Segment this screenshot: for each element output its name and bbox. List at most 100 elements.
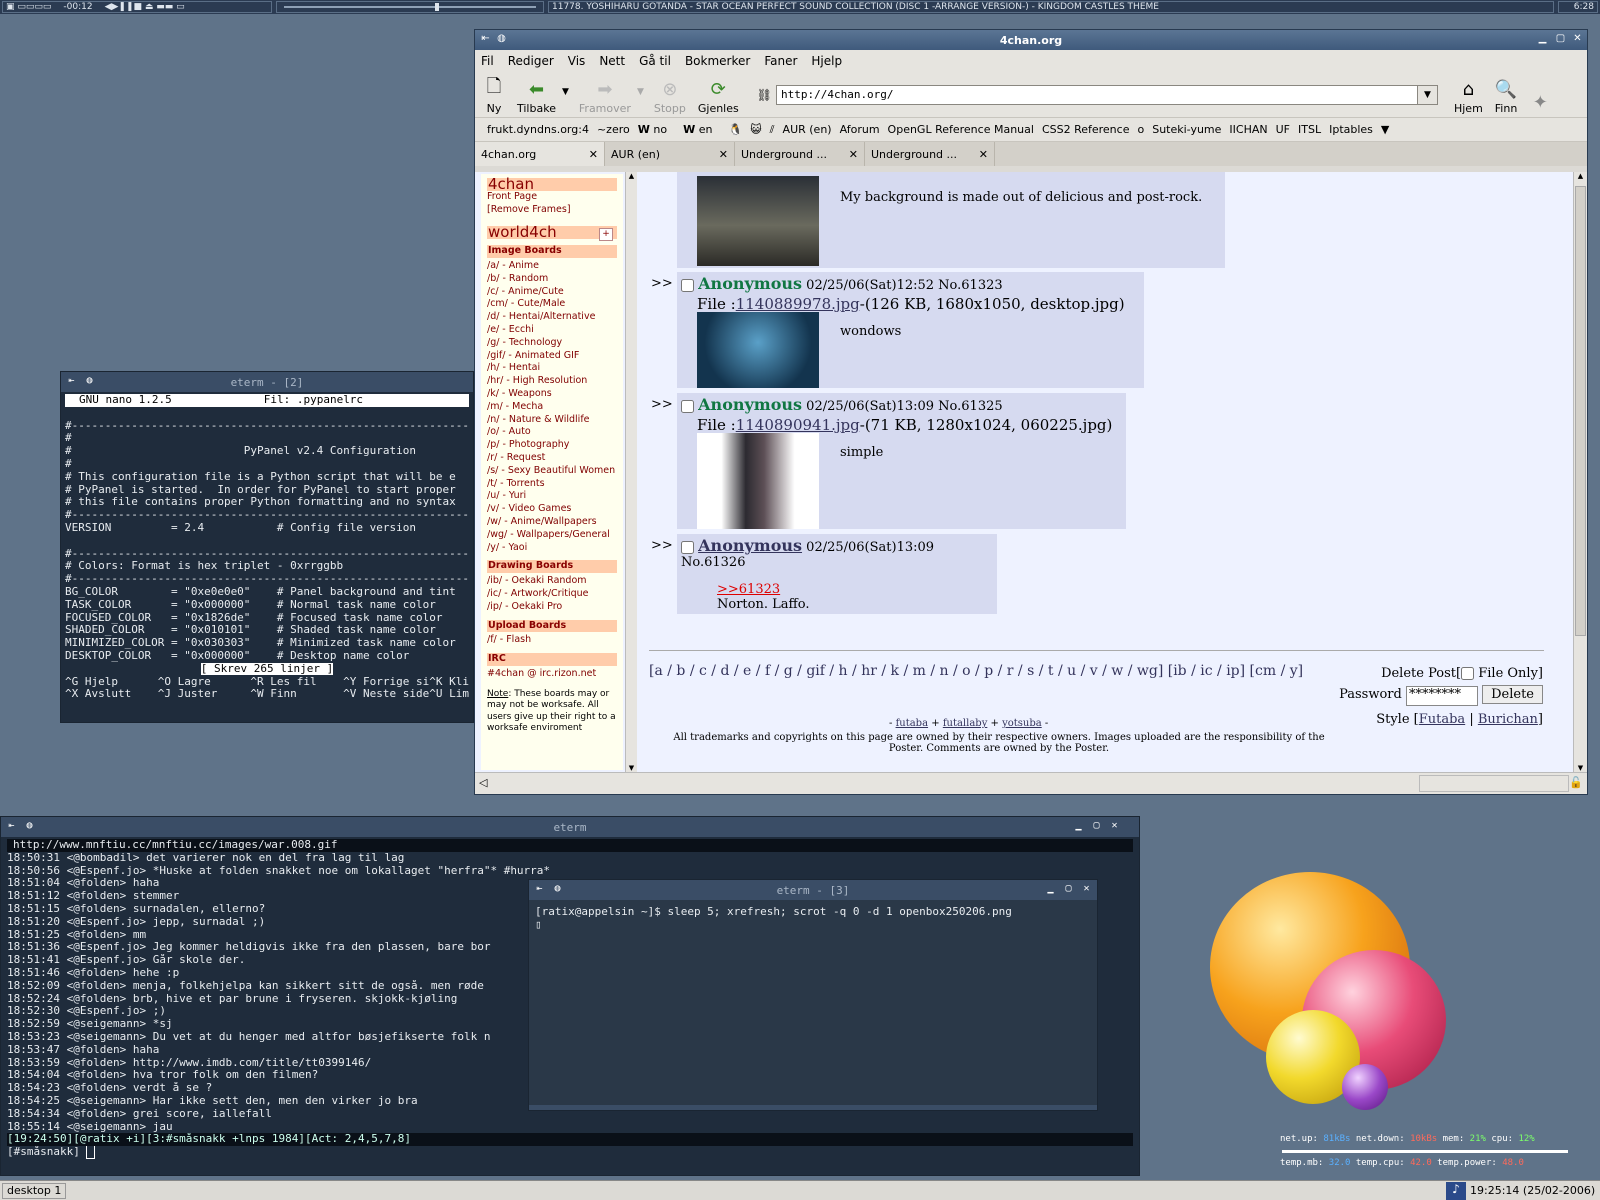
eterm-irc-titlebar[interactable]: ⇤ ◍ eterm ▁ ▢ ✕ bbox=[1, 817, 1139, 837]
drawing-board-link[interactable]: /ib/ - Oekaki Random bbox=[487, 575, 617, 588]
scroll-down-arrow-icon[interactable]: ▼ bbox=[1574, 764, 1587, 772]
menu-fil[interactable]: Fil bbox=[481, 54, 494, 68]
bookmark-uf[interactable]: UF bbox=[1276, 123, 1290, 136]
image-board-link[interactable]: /a/ - Anime bbox=[487, 260, 617, 273]
style-futaba-link[interactable]: Futaba bbox=[1419, 712, 1465, 727]
menu-rediger[interactable]: Rediger bbox=[508, 54, 554, 68]
image-board-link[interactable]: /n/ - Nature & Wildlife bbox=[487, 414, 617, 427]
bookmark-frukt[interactable]: frukt.dyndns.org:4 bbox=[487, 123, 589, 136]
post-date[interactable]: 02/25/06(Sat)12:52 No.61323 bbox=[806, 278, 1002, 293]
image-board-link[interactable]: /m/ - Mecha bbox=[487, 401, 617, 414]
eterm3-titlebar[interactable]: ⇤ ◍ eterm - [3] ▁ ▢ ✕ bbox=[529, 880, 1097, 900]
bookmark-aforum[interactable]: Aforum bbox=[840, 123, 880, 136]
delete-button[interactable]: Delete bbox=[1482, 685, 1543, 704]
poster-name[interactable]: Anonymous bbox=[698, 536, 802, 555]
player-seekbar[interactable] bbox=[276, 1, 544, 13]
menu-ga-til[interactable]: Gå til bbox=[639, 54, 671, 68]
image-board-link[interactable]: /v/ - Video Games bbox=[487, 503, 617, 516]
tab-underground-1[interactable]: Underground ... ✕ bbox=[735, 142, 865, 166]
find-button[interactable]: 🔍 Finn bbox=[1495, 78, 1518, 117]
bookmarks-overflow-chevron-icon[interactable]: ▼ bbox=[1381, 123, 1389, 136]
image-board-link[interactable]: /s/ - Sexy Beautiful Women bbox=[487, 465, 617, 478]
image-board-link[interactable]: /c/ - Anime/Cute bbox=[487, 286, 617, 299]
forward-history-chevron[interactable]: ▼ bbox=[637, 87, 644, 97]
irc-link[interactable]: #4chan @ irc.rizon.net bbox=[487, 668, 617, 681]
image-board-link[interactable]: /wg/ - Wallpapers/General bbox=[487, 529, 617, 542]
bookmark-zero[interactable]: ~zero bbox=[597, 123, 630, 136]
image-board-link[interactable]: /w/ - Anime/Wallpapers bbox=[487, 516, 617, 529]
minimize-icon[interactable]: ▁ bbox=[1044, 883, 1057, 896]
home-button[interactable]: ⌂ Hjem bbox=[1454, 78, 1483, 117]
post-thumbnail[interactable] bbox=[697, 433, 819, 529]
menu-nett[interactable]: Nett bbox=[599, 54, 625, 68]
desktop-switcher[interactable]: desktop 1 bbox=[2, 1183, 67, 1199]
maximize-icon[interactable]: ▢ bbox=[1090, 820, 1103, 833]
bookmark-o[interactable]: o bbox=[1137, 123, 1144, 136]
yotsuba-link[interactable]: yotsuba bbox=[1002, 718, 1042, 729]
menu-hjelp[interactable]: Hjelp bbox=[811, 54, 842, 68]
back-history-chevron[interactable]: ▼ bbox=[562, 87, 569, 97]
tray-icon[interactable]: ♪ bbox=[1446, 1182, 1466, 1200]
post-select-checkbox[interactable] bbox=[681, 400, 694, 413]
style-burichan-link[interactable]: Burichan bbox=[1478, 712, 1538, 727]
world4ch-expand-button[interactable]: + bbox=[599, 228, 613, 242]
bookmark-wiki-no[interactable]: W no bbox=[638, 123, 675, 136]
drawing-board-link[interactable]: /ip/ - Oekaki Pro bbox=[487, 601, 617, 614]
board-nav[interactable]: [a / b / c / d / e / f / g / gif / h / h… bbox=[649, 662, 1339, 680]
image-board-link[interactable]: /hr/ - High Resolution bbox=[487, 375, 617, 388]
file-only-checkbox[interactable] bbox=[1461, 667, 1475, 680]
reload-button[interactable]: ⟳ Gjenles bbox=[698, 78, 739, 117]
tab-4chan[interactable]: 4chan.org ✕ bbox=[475, 142, 605, 166]
url-dropdown-chevron-icon[interactable]: ▼ bbox=[1417, 85, 1438, 105]
tab-close-icon[interactable]: ✕ bbox=[589, 148, 598, 161]
forward-button[interactable]: ➡ Framover bbox=[579, 78, 631, 117]
image-board-link[interactable]: /p/ - Photography bbox=[487, 439, 617, 452]
back-button[interactable]: ⬅ Tilbake bbox=[517, 78, 556, 117]
main-scrollbar[interactable]: ▲ ▼ bbox=[1573, 172, 1587, 772]
playback-buttons[interactable]: ◀▶❚❚■ ⏏ ▬▬ ▭ bbox=[105, 2, 185, 12]
image-board-link[interactable]: /k/ - Weapons bbox=[487, 388, 617, 401]
nano-buffer[interactable]: #---------------------------------------… bbox=[65, 407, 469, 663]
tux-icon[interactable]: 🐧 bbox=[728, 123, 742, 136]
futallaby-link[interactable]: futallaby bbox=[943, 718, 988, 729]
menu-faner[interactable]: Faner bbox=[764, 54, 797, 68]
futaba-link[interactable]: futaba bbox=[896, 718, 929, 729]
close-icon[interactable]: ✕ bbox=[1080, 883, 1093, 896]
maximize-icon[interactable]: ▢ bbox=[1062, 883, 1075, 896]
post-thumbnail[interactable] bbox=[697, 176, 819, 266]
post-thumbnail[interactable] bbox=[697, 312, 819, 388]
scroll-thumb[interactable] bbox=[1575, 186, 1586, 636]
player-controls[interactable]: ▣ ▭▭▭▭ -00:12 ◀▶❚❚■ ⏏ ▬▬ ▭ bbox=[2, 1, 272, 13]
scroll-up-arrow-icon[interactable]: ▲ bbox=[626, 172, 637, 180]
eterm2-titlebar[interactable]: ⇤ ◍ eterm - [2] bbox=[61, 372, 473, 392]
tab-aur[interactable]: AUR (en) ✕ bbox=[605, 142, 735, 166]
arch-icon[interactable]: ⫽ bbox=[770, 123, 775, 137]
sidebar-front-page[interactable]: Front Page bbox=[487, 191, 617, 204]
quote-link[interactable]: >>61323 bbox=[677, 582, 997, 597]
browser-titlebar[interactable]: ⇤ ◍ 4chan.org ▁ ▢ ✕ bbox=[475, 30, 1587, 50]
bookmark-wiki-en[interactable]: W en bbox=[683, 123, 720, 136]
close-icon[interactable]: ✕ bbox=[1571, 33, 1584, 46]
image-board-link[interactable]: /d/ - Hentai/Alternative bbox=[487, 311, 617, 324]
minimize-icon[interactable]: ▁ bbox=[1536, 33, 1549, 46]
cat-icon[interactable]: 😺 bbox=[750, 123, 761, 136]
tab-close-icon[interactable]: ✕ bbox=[979, 148, 988, 161]
drawing-board-link[interactable]: /ic/ - Artwork/Critique bbox=[487, 588, 617, 601]
tab-underground-2[interactable]: Underground ... ✕ bbox=[865, 142, 995, 166]
image-board-link[interactable]: /r/ - Request bbox=[487, 452, 617, 465]
scroll-up-arrow-icon[interactable]: ▲ bbox=[1574, 172, 1587, 180]
new-button[interactable]: 🗋 Ny bbox=[483, 76, 505, 117]
bookmark-aur[interactable]: AUR (en) bbox=[783, 123, 832, 136]
post-select-checkbox[interactable] bbox=[681, 279, 694, 292]
image-board-link[interactable]: /y/ - Yaoi bbox=[487, 542, 617, 555]
image-board-link[interactable]: /o/ - Auto bbox=[487, 426, 617, 439]
sidebar-remove-frames[interactable]: [Remove Frames] bbox=[487, 204, 617, 217]
stop-button[interactable]: ⊗ Stopp bbox=[654, 78, 686, 117]
bookmark-iptables[interactable]: Iptables bbox=[1329, 123, 1373, 136]
post-date[interactable]: 02/25/06(Sat)13:09 No.61325 bbox=[806, 399, 1002, 414]
post-select-checkbox[interactable] bbox=[681, 541, 694, 554]
bookmark-itsl[interactable]: ITSL bbox=[1298, 123, 1321, 136]
image-board-link[interactable]: /b/ - Random bbox=[487, 273, 617, 286]
tab-close-icon[interactable]: ✕ bbox=[849, 148, 858, 161]
close-icon[interactable]: ✕ bbox=[1108, 820, 1121, 833]
